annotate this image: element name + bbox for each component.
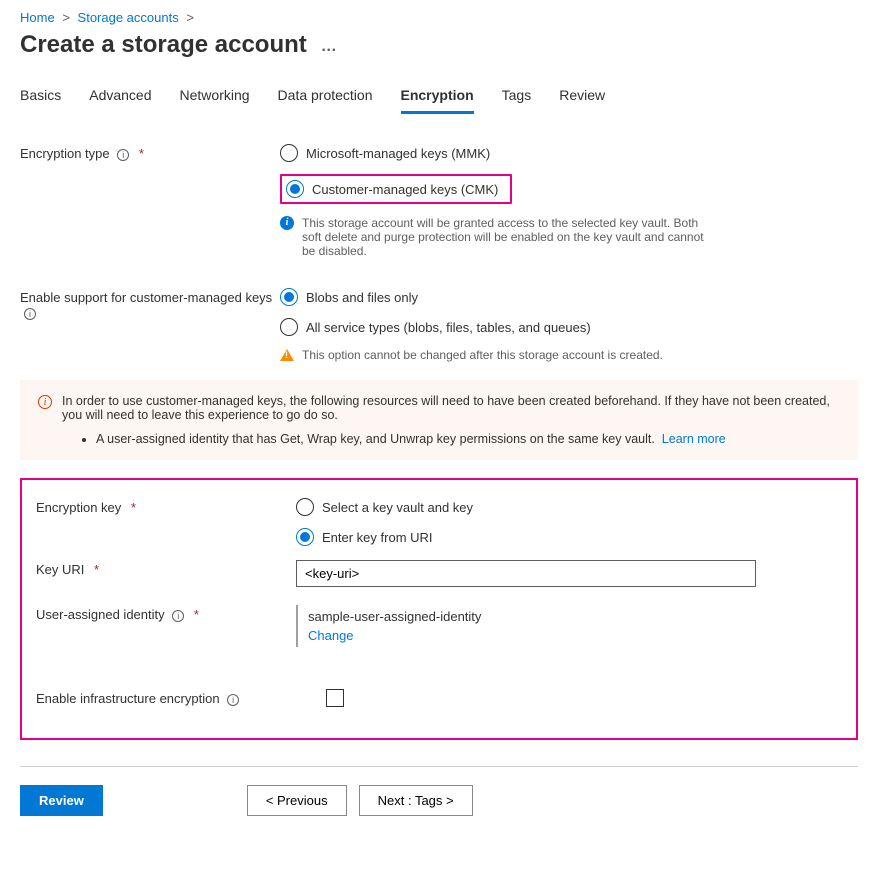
info-icon[interactable]: i xyxy=(172,610,184,622)
encryption-type-label: Encryption type xyxy=(20,146,110,161)
review-button[interactable]: Review xyxy=(20,785,103,816)
required-indicator: * xyxy=(94,562,99,577)
radio-cmk[interactable] xyxy=(286,180,304,198)
required-indicator: * xyxy=(139,146,144,161)
radio-blobs-files[interactable] xyxy=(280,288,298,306)
user-identity-label: User-assigned identity xyxy=(36,607,165,622)
breadcrumb: Home > Storage accounts > xyxy=(20,10,858,25)
radio-blobs-files-label[interactable]: Blobs and files only xyxy=(306,290,418,305)
tab-networking[interactable]: Networking xyxy=(180,87,250,114)
enable-support-label: Enable support for customer-managed keys xyxy=(20,290,272,305)
info-icon[interactable]: i xyxy=(117,149,129,161)
callout-bullet: A user-assigned identity that has Get, W… xyxy=(96,432,655,446)
info-icon[interactable]: i xyxy=(24,308,36,320)
tab-encryption[interactable]: Encryption xyxy=(401,87,474,114)
page-title: Create a storage account xyxy=(20,31,307,59)
tab-advanced[interactable]: Advanced xyxy=(89,87,151,114)
key-section-highlight: Encryption key * Select a key vault and … xyxy=(20,478,858,740)
radio-mmk-label[interactable]: Microsoft-managed keys (MMK) xyxy=(306,146,490,161)
tab-tags[interactable]: Tags xyxy=(502,87,532,114)
radio-enter-uri-label[interactable]: Enter key from URI xyxy=(322,530,433,545)
next-button[interactable]: Next : Tags > xyxy=(359,785,473,816)
required-indicator: * xyxy=(131,500,136,515)
encryption-key-label: Encryption key xyxy=(36,500,121,515)
info-icon[interactable]: i xyxy=(227,694,239,706)
key-uri-label: Key URI xyxy=(36,562,84,577)
key-uri-input[interactable] xyxy=(296,560,756,587)
page-title-row: Create a storage account … xyxy=(20,31,858,59)
info-icon: i xyxy=(38,395,52,409)
support-warn-block: This option cannot be changed after this… xyxy=(280,348,720,362)
radio-select-vault[interactable] xyxy=(296,498,314,516)
radio-all-services[interactable] xyxy=(280,318,298,336)
cmk-info-text: This storage account will be granted acc… xyxy=(302,216,720,258)
required-indicator: * xyxy=(194,607,199,622)
breadcrumb-storage-accounts[interactable]: Storage accounts xyxy=(78,10,179,25)
tab-bar: Basics Advanced Networking Data protecti… xyxy=(20,87,858,114)
breadcrumb-home[interactable]: Home xyxy=(20,10,55,25)
chevron-right-icon: > xyxy=(186,10,194,25)
radio-mmk[interactable] xyxy=(280,144,298,162)
warning-icon xyxy=(280,349,294,361)
cmk-highlight: Customer-managed keys (CMK) xyxy=(280,174,512,204)
tab-review[interactable]: Review xyxy=(559,87,605,114)
radio-enter-uri[interactable] xyxy=(296,528,314,546)
chevron-right-icon: > xyxy=(62,10,70,25)
more-actions-button[interactable]: … xyxy=(321,38,338,56)
learn-more-link[interactable]: Learn more xyxy=(662,432,726,446)
radio-cmk-label[interactable]: Customer-managed keys (CMK) xyxy=(312,182,498,197)
footer-buttons: Review < Previous Next : Tags > xyxy=(20,785,858,816)
tab-data-protection[interactable]: Data protection xyxy=(278,87,373,114)
info-icon: i xyxy=(280,216,294,230)
identity-name: sample-user-assigned-identity xyxy=(308,609,842,624)
prereq-callout: i In order to use customer-managed keys,… xyxy=(20,380,858,460)
radio-select-vault-label[interactable]: Select a key vault and key xyxy=(322,500,473,515)
previous-button[interactable]: < Previous xyxy=(247,785,347,816)
footer-separator xyxy=(20,766,858,767)
support-warn-text: This option cannot be changed after this… xyxy=(302,348,663,362)
radio-all-services-label[interactable]: All service types (blobs, files, tables,… xyxy=(306,320,591,335)
infra-enc-checkbox[interactable] xyxy=(326,689,344,707)
infra-enc-label: Enable infrastructure encryption xyxy=(36,691,220,706)
callout-text: In order to use customer-managed keys, t… xyxy=(62,394,840,422)
tab-basics[interactable]: Basics xyxy=(20,87,61,114)
identity-block: sample-user-assigned-identity Change xyxy=(296,605,842,647)
change-identity-link[interactable]: Change xyxy=(308,628,354,643)
cmk-info-block: i This storage account will be granted a… xyxy=(280,216,720,258)
